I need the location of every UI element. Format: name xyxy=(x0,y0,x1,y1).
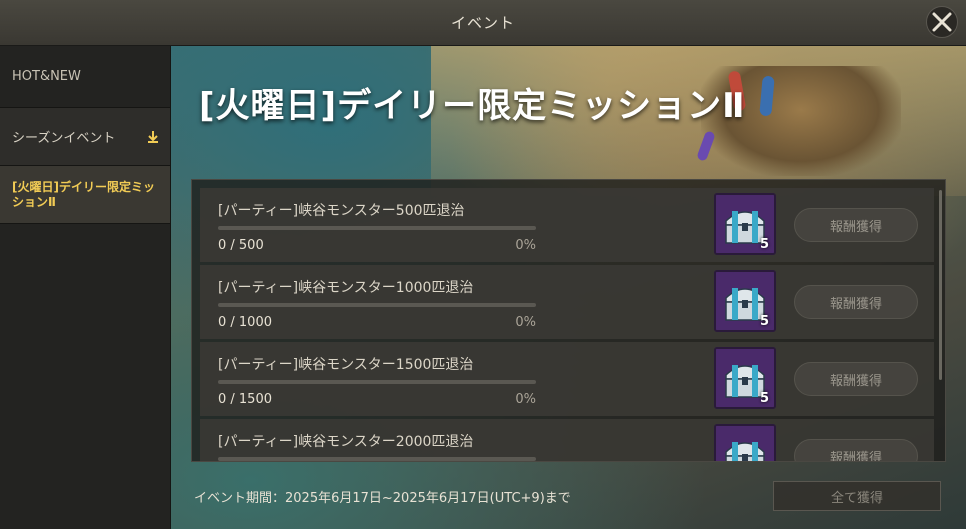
progress-bar xyxy=(218,457,536,461)
claim-reward-button[interactable]: 報酬獲得 xyxy=(794,285,918,319)
mission-name: [パーティー]峡谷モンスター1500匹退治 xyxy=(218,357,474,373)
treasure-chest-icon xyxy=(716,426,774,461)
chevron-down-icon xyxy=(148,131,158,143)
mission-row: [パーティー]峡谷モンスター500匹退治 0 / 500 0% 5 報酬獲得 xyxy=(200,188,934,262)
scrollbar[interactable] xyxy=(939,190,942,380)
claim-reward-button[interactable]: 報酬獲得 xyxy=(794,362,918,396)
event-period: イベント期間：2025年6月17日~2025年6月17日(UTC+9)まで xyxy=(194,491,571,506)
progress-percent: 0% xyxy=(515,392,536,407)
sidebar-item-daily-mission[interactable]: [火曜日]デイリー限定ミッションⅡ xyxy=(0,166,170,224)
mission-row: [パーティー]峡谷モンスター2000匹退治 報酬獲得 xyxy=(200,419,934,461)
progress-bar xyxy=(218,303,536,307)
progress-bar xyxy=(218,380,536,384)
reward-quantity: 5 xyxy=(759,391,769,406)
sidebar-item-label: シーズンイベント xyxy=(12,131,116,146)
progress-count: 0 / 500 xyxy=(218,238,264,253)
progress-count: 0 / 1000 xyxy=(218,315,272,330)
claim-reward-button[interactable]: 報酬獲得 xyxy=(794,208,918,242)
close-icon xyxy=(932,12,952,32)
sidebar: HOT&NEW シーズンイベント [火曜日]デイリー限定ミッションⅡ xyxy=(0,46,171,529)
reward-quantity: 5 xyxy=(759,237,769,252)
mission-name: [パーティー]峡谷モンスター1000匹退治 xyxy=(218,280,474,296)
mission-row: [パーティー]峡谷モンスター1000匹退治 0 / 1000 0% 5 報酬獲得 xyxy=(200,265,934,339)
mission-list[interactable]: [パーティー]峡谷モンスター500匹退治 0 / 500 0% 5 報酬獲得 [… xyxy=(191,179,946,462)
sidebar-item-season-event[interactable]: シーズンイベント xyxy=(0,108,170,166)
sidebar-item-label: [火曜日]デイリー限定ミッションⅡ xyxy=(12,179,155,209)
reward-item[interactable]: 5 xyxy=(714,270,776,332)
progress-percent: 0% xyxy=(515,315,536,330)
event-content: [火曜日]デイリー限定ミッションⅡ [パーティー]峡谷モンスター500匹退治 0… xyxy=(171,46,966,529)
reward-item[interactable] xyxy=(714,424,776,461)
progress-count: 0 / 1500 xyxy=(218,392,272,407)
sidebar-item-hot-new[interactable]: HOT&NEW xyxy=(0,46,170,108)
title-bar: イベント xyxy=(0,0,966,46)
sidebar-item-label: HOT&NEW xyxy=(12,69,81,84)
window-title: イベント xyxy=(450,14,515,32)
progress-percent: 0% xyxy=(515,238,536,253)
mission-name: [パーティー]峡谷モンスター500匹退治 xyxy=(218,203,465,219)
claim-all-button[interactable]: 全て獲得 xyxy=(773,481,941,511)
progress-bar xyxy=(218,226,536,230)
reward-quantity: 5 xyxy=(759,314,769,329)
reward-item[interactable]: 5 xyxy=(714,347,776,409)
claim-reward-button[interactable]: 報酬獲得 xyxy=(794,439,918,461)
reward-item[interactable]: 5 xyxy=(714,193,776,255)
close-button[interactable] xyxy=(926,6,958,38)
mission-row: [パーティー]峡谷モンスター1500匹退治 0 / 1500 0% 5 報酬獲得 xyxy=(200,342,934,416)
mission-name: [パーティー]峡谷モンスター2000匹退治 xyxy=(218,434,474,450)
event-title: [火曜日]デイリー限定ミッションⅡ xyxy=(199,86,746,126)
